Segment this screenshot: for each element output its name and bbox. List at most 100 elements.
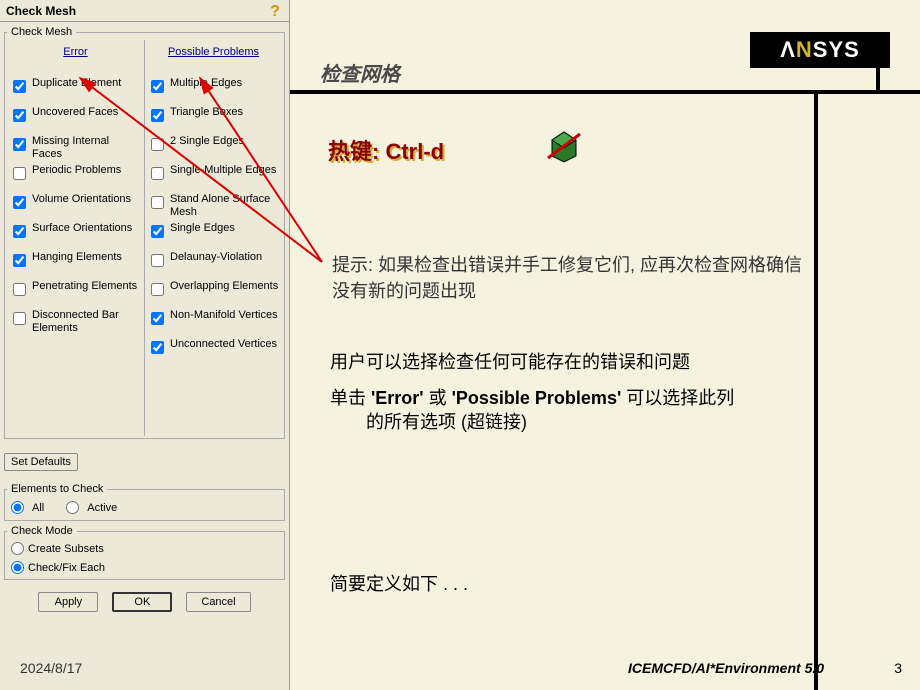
elements-to-check-fieldset: Elements to Check All Active: [4, 483, 285, 521]
body2-or: 或: [424, 388, 452, 408]
error-item-label: Uncovered Faces: [32, 106, 118, 119]
checkbox-row: Stand Alone Surface Mesh: [147, 193, 280, 219]
radio-all[interactable]: [11, 501, 24, 514]
error-item-label: Surface Orientations: [32, 222, 132, 235]
problems-header-link[interactable]: Possible Problems: [147, 44, 280, 74]
problem-item-checkbox[interactable]: [151, 254, 164, 267]
checkbox-row: Disconnected Bar Elements: [9, 309, 142, 335]
body2-pp-bold: 'Possible Problems': [452, 388, 622, 408]
footer-center: ICEMCFD/AI*Environment 5.0: [628, 660, 824, 676]
problem-item-checkbox[interactable]: [151, 283, 164, 296]
cancel-button[interactable]: Cancel: [186, 592, 250, 612]
radio-check-fix-each[interactable]: [11, 561, 24, 574]
checkbox-row: Multiple Edges: [147, 77, 280, 103]
problem-item-label: Stand Alone Surface Mesh: [170, 193, 280, 219]
check-mode-fieldset: Check Mode Create Subsets Check/Fix Each: [4, 525, 285, 580]
problem-item-label: Triangle Boxes: [170, 106, 243, 119]
checkbox-row: Hanging Elements: [9, 251, 142, 277]
problem-item-label: Non-Manifold Vertices: [170, 309, 278, 322]
apply-button[interactable]: Apply: [38, 592, 98, 612]
error-column: Error Duplicate Element Uncovered Faces Mi…: [7, 40, 144, 436]
vertical-rule-top: [876, 32, 880, 90]
help-icon[interactable]: ?: [267, 3, 283, 19]
elements-legend: Elements to Check: [7, 483, 107, 495]
error-item-checkbox[interactable]: [13, 254, 26, 267]
checkbox-row: Duplicate Element: [9, 77, 142, 103]
body2-error-bold: 'Error': [371, 388, 424, 408]
slide-area: ΛNSYS 检查网格 热键: Ctrl-d 提示: 如果检查出错误并手工修复它们…: [290, 0, 920, 690]
checkbox-row: Triangle Boxes: [147, 106, 280, 132]
logo-n: N: [796, 37, 813, 63]
error-item-checkbox[interactable]: [13, 80, 26, 93]
radio-active[interactable]: [66, 501, 79, 514]
error-item-checkbox[interactable]: [13, 167, 26, 180]
error-item-label: Missing Internal Faces: [32, 135, 142, 161]
body-text-3: 简要定义如下 . . .: [330, 570, 468, 596]
checkbox-row: Unconnected Vertices: [147, 338, 280, 364]
hotkey-label: 热键: Ctrl-d: [328, 134, 444, 166]
ok-button[interactable]: OK: [112, 592, 172, 612]
error-item-checkbox[interactable]: [13, 225, 26, 238]
error-item-checkbox[interactable]: [13, 283, 26, 296]
button-row: Apply OK Cancel: [0, 584, 289, 616]
problem-item-label: Single-Multiple Edges: [170, 164, 276, 177]
error-item-label: Penetrating Elements: [32, 280, 137, 293]
body2-prefix: 单击: [330, 388, 371, 408]
problem-item-label: Unconnected Vertices: [170, 338, 277, 351]
problem-item-checkbox[interactable]: [151, 225, 164, 238]
error-header-link[interactable]: Error: [9, 44, 142, 74]
error-item-checkbox[interactable]: [13, 109, 26, 122]
label-active: Active: [87, 502, 117, 514]
checkbox-row: Non-Manifold Vertices: [147, 309, 280, 335]
ansys-logo: ΛNSYS: [750, 32, 890, 68]
error-item-checkbox[interactable]: [13, 312, 26, 325]
body2-line2: 的所有选项 (超链接): [330, 410, 830, 434]
problem-item-label: 2 Single Edges: [170, 135, 244, 148]
error-item-label: Duplicate Element: [32, 77, 121, 90]
checkbox-row: Surface Orientations: [9, 222, 142, 248]
checkbox-row: Delaunay-Violation: [147, 251, 280, 277]
problem-item-checkbox[interactable]: [151, 138, 164, 151]
titlebar: Check Mesh ?: [0, 0, 289, 22]
check-mesh-fieldset: Check Mesh Error Duplicate ElementUncove…: [4, 26, 285, 439]
checkbox-row: Periodic Problems: [9, 164, 142, 190]
problem-item-checkbox[interactable]: [151, 312, 164, 325]
body-text-1: 用户可以选择检查任何可能存在的错误和问题: [330, 350, 820, 374]
label-create-subsets: Create Subsets: [28, 543, 104, 555]
problem-item-label: Single Edges: [170, 222, 235, 235]
body2-suffix: 可以选择此列: [621, 388, 734, 408]
body-text-2: 单击 'Error' 或 'Possible Problems' 可以选择此列 …: [330, 386, 830, 434]
radio-create-subsets[interactable]: [11, 542, 24, 555]
panel-title: Check Mesh: [6, 4, 267, 18]
checkbox-row: 2 Single Edges: [147, 135, 280, 161]
checkbox-row: Single-Multiple Edges: [147, 164, 280, 190]
error-item-label: Hanging Elements: [32, 251, 122, 264]
checkbox-row: Uncovered Faces: [9, 106, 142, 132]
logo-a: Λ: [780, 37, 796, 63]
check-mesh-panel: Check Mesh ? Check Mesh Error Duplicate …: [0, 0, 290, 690]
mesh-cube-icon: [546, 128, 582, 164]
problem-item-label: Multiple Edges: [170, 77, 242, 90]
problem-item-checkbox[interactable]: [151, 167, 164, 180]
problem-item-label: Delaunay-Violation: [170, 251, 262, 264]
slide-title: 检查网格: [320, 58, 400, 87]
checkbox-row: Missing Internal Faces: [9, 135, 142, 161]
error-item-label: Disconnected Bar Elements: [32, 309, 142, 335]
label-all: All: [32, 502, 44, 514]
problem-item-checkbox[interactable]: [151, 80, 164, 93]
tip-text: 提示: 如果检查出错误并手工修复它们, 应再次检查网格确信没有新的问题出现: [332, 252, 812, 304]
problem-item-checkbox[interactable]: [151, 109, 164, 122]
problem-item-checkbox[interactable]: [151, 196, 164, 209]
label-check-fix-each: Check/Fix Each: [28, 562, 105, 574]
checkbox-row: Penetrating Elements: [9, 280, 142, 306]
footer-date: 2024/8/17: [20, 660, 82, 676]
problem-item-checkbox[interactable]: [151, 341, 164, 354]
logo-sys: SYS: [813, 37, 860, 63]
set-defaults-button[interactable]: Set Defaults: [4, 453, 78, 471]
error-item-checkbox[interactable]: [13, 138, 26, 151]
footer-page-number: 3: [894, 660, 902, 676]
problem-item-label: Overlapping Elements: [170, 280, 278, 293]
checkbox-row: Overlapping Elements: [147, 280, 280, 306]
problems-column: Possible Problems Multiple Edges Triangle…: [144, 40, 282, 436]
error-item-checkbox[interactable]: [13, 196, 26, 209]
